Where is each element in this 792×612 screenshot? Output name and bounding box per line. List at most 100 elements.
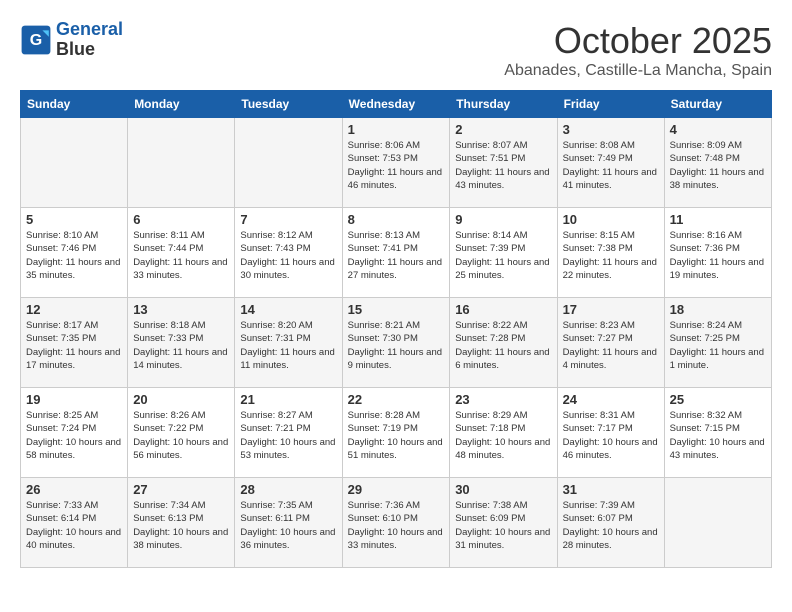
day-number: 29 — [348, 482, 445, 497]
day-number: 22 — [348, 392, 445, 407]
day-number: 14 — [240, 302, 336, 317]
cell-content: Sunrise: 8:20 AM Sunset: 7:31 PM Dayligh… — [240, 319, 336, 372]
weekday-header-saturday: Saturday — [664, 91, 771, 118]
svg-text:G: G — [30, 32, 42, 49]
calendar-cell: 7 Sunrise: 8:12 AM Sunset: 7:43 PM Daylig… — [235, 208, 342, 298]
day-number: 17 — [563, 302, 659, 317]
day-number: 8 — [348, 212, 445, 227]
day-number: 26 — [26, 482, 122, 497]
day-number: 3 — [563, 122, 659, 137]
logo: G General Blue — [20, 20, 123, 60]
day-number: 23 — [455, 392, 551, 407]
cell-content: Sunrise: 8:31 AM Sunset: 7:17 PM Dayligh… — [563, 409, 659, 462]
day-number: 20 — [133, 392, 229, 407]
day-number: 1 — [348, 122, 445, 137]
cell-content: Sunrise: 7:34 AM Sunset: 6:13 PM Dayligh… — [133, 499, 229, 552]
calendar-cell — [664, 478, 771, 568]
calendar-cell: 3 Sunrise: 8:08 AM Sunset: 7:49 PM Daylig… — [557, 118, 664, 208]
cell-content: Sunrise: 8:15 AM Sunset: 7:38 PM Dayligh… — [563, 229, 659, 282]
cell-content: Sunrise: 7:38 AM Sunset: 6:09 PM Dayligh… — [455, 499, 551, 552]
day-number: 24 — [563, 392, 659, 407]
calendar-cell: 14 Sunrise: 8:20 AM Sunset: 7:31 PM Dayli… — [235, 298, 342, 388]
cell-content: Sunrise: 7:36 AM Sunset: 6:10 PM Dayligh… — [348, 499, 445, 552]
calendar-cell — [235, 118, 342, 208]
day-number: 16 — [455, 302, 551, 317]
day-number: 21 — [240, 392, 336, 407]
calendar-cell: 28 Sunrise: 7:35 AM Sunset: 6:11 PM Dayli… — [235, 478, 342, 568]
calendar-cell: 30 Sunrise: 7:38 AM Sunset: 6:09 PM Dayli… — [450, 478, 557, 568]
calendar-cell: 15Sunrise: 8:21 AM Sunset: 7:30 PM Dayli… — [342, 298, 450, 388]
calendar-cell: 17 Sunrise: 8:23 AM Sunset: 7:27 PM Dayli… — [557, 298, 664, 388]
weekday-header-thursday: Thursday — [450, 91, 557, 118]
calendar-cell: 21 Sunrise: 8:27 AM Sunset: 7:21 PM Dayli… — [235, 388, 342, 478]
calendar-cell: 6 Sunrise: 8:11 AM Sunset: 7:44 PM Daylig… — [128, 208, 235, 298]
cell-content: Sunrise: 8:23 AM Sunset: 7:27 PM Dayligh… — [563, 319, 659, 372]
logo-icon: G — [20, 24, 52, 56]
day-number: 12 — [26, 302, 122, 317]
cell-content: Sunrise: 8:13 AM Sunset: 7:41 PM Dayligh… — [348, 229, 445, 282]
day-number: 6 — [133, 212, 229, 227]
day-number: 7 — [240, 212, 336, 227]
cell-content: Sunrise: 8:28 AM Sunset: 7:19 PM Dayligh… — [348, 409, 445, 462]
calendar-cell — [128, 118, 235, 208]
calendar-cell: 24 Sunrise: 8:31 AM Sunset: 7:17 PM Dayli… — [557, 388, 664, 478]
day-number: 25 — [670, 392, 766, 407]
day-number: 4 — [670, 122, 766, 137]
calendar-cell: 27 Sunrise: 7:34 AM Sunset: 6:13 PM Dayli… — [128, 478, 235, 568]
calendar-cell: 22 Sunrise: 8:28 AM Sunset: 7:19 PM Dayli… — [342, 388, 450, 478]
calendar-cell: 5 Sunrise: 8:10 AM Sunset: 7:46 PM Daylig… — [21, 208, 128, 298]
calendar-cell: 2 Sunrise: 8:07 AM Sunset: 7:51 PM Daylig… — [450, 118, 557, 208]
calendar-table: SundayMondayTuesdayWednesdayThursdayFrid… — [20, 90, 772, 568]
page-header: G General Blue October 2025 Abanades, Ca… — [20, 20, 772, 80]
cell-content: Sunrise: 8:26 AM Sunset: 7:22 PM Dayligh… — [133, 409, 229, 462]
calendar-cell: 12 Sunrise: 8:17 AM Sunset: 7:35 PM Dayli… — [21, 298, 128, 388]
cell-content: Sunrise: 8:16 AM Sunset: 7:36 PM Dayligh… — [670, 229, 766, 282]
calendar-cell: 9 Sunrise: 8:14 AM Sunset: 7:39 PM Daylig… — [450, 208, 557, 298]
cell-content: Sunrise: 8:24 AM Sunset: 7:25 PM Dayligh… — [670, 319, 766, 372]
calendar-cell: 8 Sunrise: 8:13 AM Sunset: 7:41 PM Daylig… — [342, 208, 450, 298]
cell-content: Sunrise: 8:06 AM Sunset: 7:53 PM Dayligh… — [348, 139, 445, 192]
location-title: Abanades, Castille-La Mancha, Spain — [504, 62, 772, 80]
cell-content: Sunrise: 8:11 AM Sunset: 7:44 PM Dayligh… — [133, 229, 229, 282]
cell-content: Sunrise: 8:29 AM Sunset: 7:18 PM Dayligh… — [455, 409, 551, 462]
title-section: October 2025 Abanades, Castille-La Manch… — [504, 20, 772, 80]
calendar-cell: 19 Sunrise: 8:25 AM Sunset: 7:24 PM Dayli… — [21, 388, 128, 478]
cell-content: Sunrise: 8:27 AM Sunset: 7:21 PM Dayligh… — [240, 409, 336, 462]
day-number: 27 — [133, 482, 229, 497]
day-number: 28 — [240, 482, 336, 497]
cell-content: Sunrise: 7:35 AM Sunset: 6:11 PM Dayligh… — [240, 499, 336, 552]
weekday-header-sunday: Sunday — [21, 91, 128, 118]
calendar-cell — [21, 118, 128, 208]
calendar-cell: 31Sunrise: 7:39 AM Sunset: 6:07 PM Dayli… — [557, 478, 664, 568]
calendar-cell: 11 Sunrise: 8:16 AM Sunset: 7:36 PM Dayli… — [664, 208, 771, 298]
calendar-cell: 18 Sunrise: 8:24 AM Sunset: 7:25 PM Dayli… — [664, 298, 771, 388]
cell-content: Sunrise: 8:17 AM Sunset: 7:35 PM Dayligh… — [26, 319, 122, 372]
day-number: 30 — [455, 482, 551, 497]
cell-content: Sunrise: 7:39 AM Sunset: 6:07 PM Dayligh… — [563, 499, 659, 552]
cell-content: Sunrise: 8:32 AM Sunset: 7:15 PM Dayligh… — [670, 409, 766, 462]
calendar-cell: 1 Sunrise: 8:06 AM Sunset: 7:53 PM Daylig… — [342, 118, 450, 208]
day-number: 11 — [670, 212, 766, 227]
cell-content: Sunrise: 8:25 AM Sunset: 7:24 PM Dayligh… — [26, 409, 122, 462]
cell-content: Sunrise: 8:08 AM Sunset: 7:49 PM Dayligh… — [563, 139, 659, 192]
weekday-header-wednesday: Wednesday — [342, 91, 450, 118]
day-number: 10 — [563, 212, 659, 227]
calendar-cell: 10 Sunrise: 8:15 AM Sunset: 7:38 PM Dayli… — [557, 208, 664, 298]
calendar-cell: 29 Sunrise: 7:36 AM Sunset: 6:10 PM Dayli… — [342, 478, 450, 568]
day-number: 15 — [348, 302, 445, 317]
weekday-header-monday: Monday — [128, 91, 235, 118]
calendar-cell: 25 Sunrise: 8:32 AM Sunset: 7:15 PM Dayli… — [664, 388, 771, 478]
calendar-cell: 26 Sunrise: 7:33 AM Sunset: 6:14 PM Dayli… — [21, 478, 128, 568]
cell-content: Sunrise: 8:14 AM Sunset: 7:39 PM Dayligh… — [455, 229, 551, 282]
cell-content: Sunrise: 8:10 AM Sunset: 7:46 PM Dayligh… — [26, 229, 122, 282]
day-number: 13 — [133, 302, 229, 317]
day-number: 5 — [26, 212, 122, 227]
day-number: 19 — [26, 392, 122, 407]
cell-content: Sunrise: 8:07 AM Sunset: 7:51 PM Dayligh… — [455, 139, 551, 192]
cell-content: Sunrise: 7:33 AM Sunset: 6:14 PM Dayligh… — [26, 499, 122, 552]
day-number: 2 — [455, 122, 551, 137]
day-number: 9 — [455, 212, 551, 227]
calendar-cell: 23 Sunrise: 8:29 AM Sunset: 7:18 PM Dayli… — [450, 388, 557, 478]
day-number: 18 — [670, 302, 766, 317]
cell-content: Sunrise: 8:12 AM Sunset: 7:43 PM Dayligh… — [240, 229, 336, 282]
